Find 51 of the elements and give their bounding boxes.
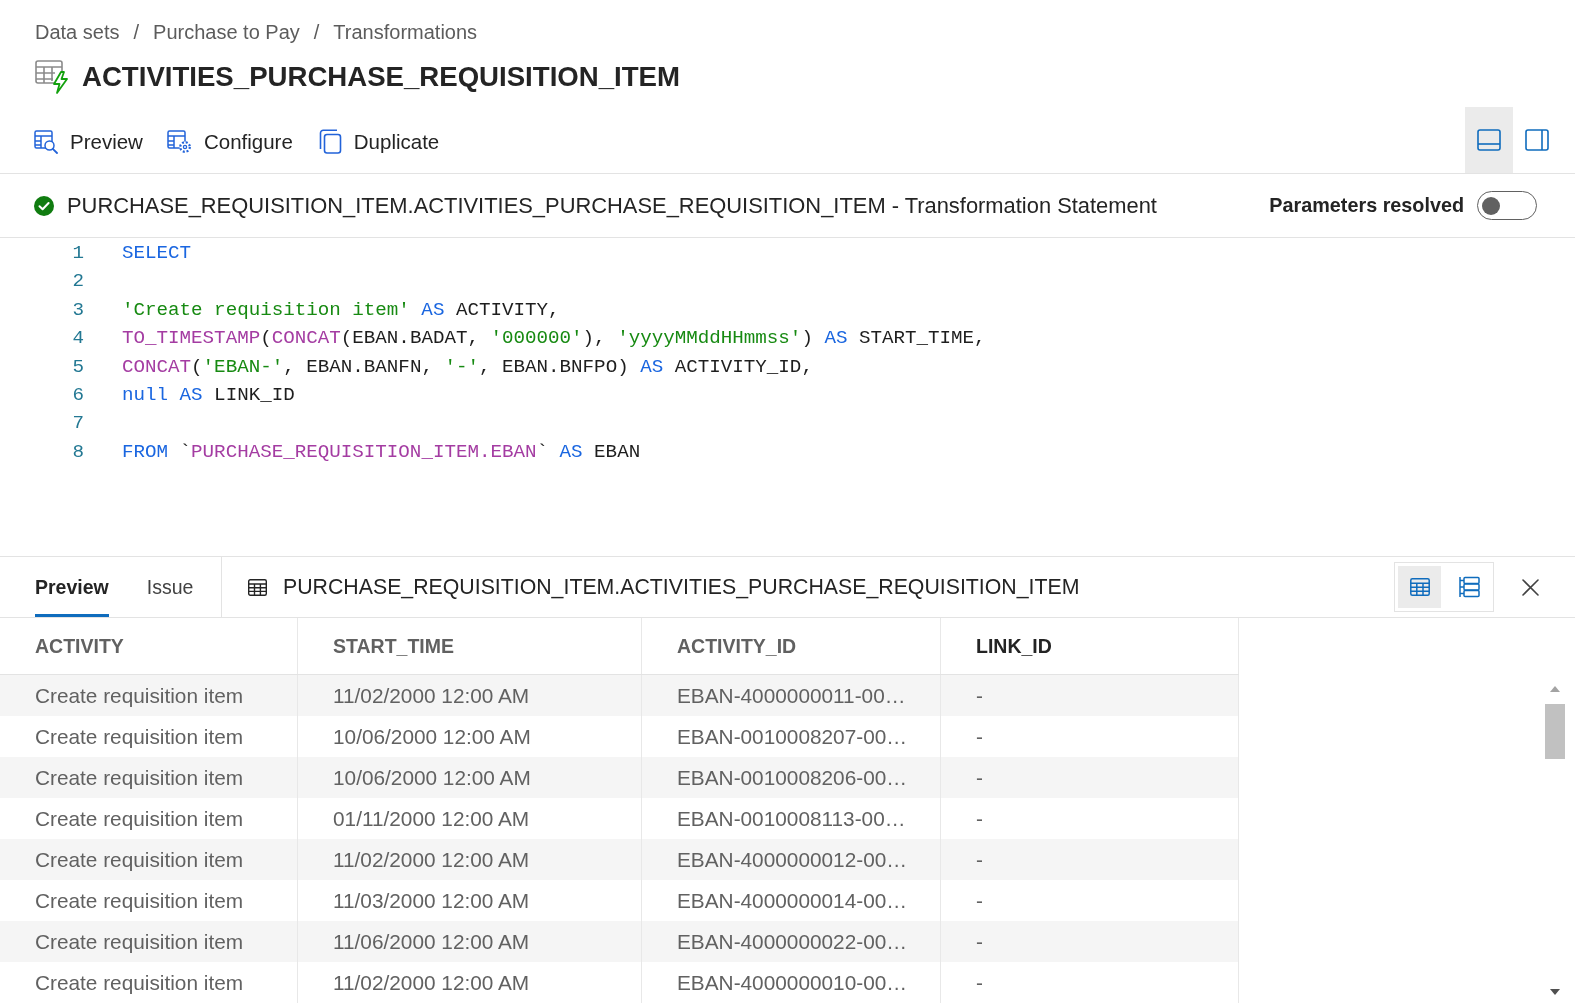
column-header[interactable]: START_TIME (298, 618, 642, 674)
page-title: ACTIVITIES_PURCHASE_REQUISITION_ITEM (82, 61, 680, 93)
panel-bottom-icon (1477, 129, 1501, 151)
breadcrumb-separator: / (313, 20, 320, 44)
line-number: 6 (71, 382, 84, 408)
table-cell: EBAN-4000000010-00… (642, 962, 941, 1003)
duplicate-button[interactable]: Duplicate (316, 129, 440, 154)
code-line: FROM `PURCHASE_REQUISITION_ITEM.EBAN` AS EBAN (122, 439, 641, 465)
line-number: 4 (71, 326, 84, 352)
tab[interactable]: Issue (146, 557, 194, 617)
preview-button[interactable]: Preview (34, 129, 143, 154)
code-line: null AS LINK_ID (122, 382, 295, 408)
table-icon (248, 578, 267, 596)
column-header[interactable]: ACTIVITY_ID (642, 618, 941, 674)
breadcrumb-separator: / (133, 20, 140, 44)
column-header[interactable]: LINK_ID (941, 618, 1239, 674)
statement-title: PURCHASE_REQUISITION_ITEM.ACTIVITIES_PURCHASE_REQUISITION_ITEM - Transformation Statement (67, 192, 1157, 219)
view-button[interactable] (1398, 566, 1441, 608)
tree-list-icon (1457, 576, 1480, 598)
scrollbar-thumb[interactable] (1545, 704, 1565, 759)
scroll-down-icon[interactable] (1550, 989, 1560, 995)
breadcrumb-link[interactable]: Data sets (35, 20, 120, 44)
table-cell: 11/02/2000 12:00 AM (298, 962, 642, 1003)
line-number: 2 (71, 269, 84, 295)
panel-right-icon (1525, 129, 1549, 151)
breadcrumb-link[interactable]: Purchase to Pay (153, 20, 300, 44)
line-number: 3 (71, 297, 84, 323)
line-number: 5 (71, 354, 84, 380)
configure-button[interactable]: Configure (166, 129, 293, 154)
line-number: 8 (71, 439, 84, 465)
code-line: TO_TIMESTAMP(CONCAT(EBAN.BADAT, '000000'), 'yyyyMMddHHmmss') AS START_TIME, (122, 326, 986, 352)
table-gear-icon (166, 129, 192, 154)
line-number: 7 (71, 411, 84, 437)
table-search-icon (34, 129, 58, 154)
code-line: 'Create requisition item' AS ACTIVITY, (122, 297, 560, 323)
table-lightning-icon (35, 60, 71, 94)
code-line: CONCAT('EBAN-', EBAN.BANFN, '-', EBAN.BNFPO) AS ACTIVITY_ID, (122, 354, 813, 380)
tab[interactable]: Preview (35, 557, 109, 617)
column-header[interactable]: ACTIVITY (0, 618, 298, 674)
grid-icon (1409, 578, 1430, 596)
close-icon (1521, 578, 1539, 596)
table-cell: Create requisition item (0, 962, 298, 1003)
line-number: 1 (71, 241, 84, 266)
table-cell: - (941, 962, 1239, 1003)
breadcrumb-link[interactable]: Transformations (333, 20, 478, 44)
toggle-switch[interactable] (1477, 191, 1537, 220)
layout-button[interactable] (1465, 107, 1513, 173)
code-line: SELECT (122, 241, 192, 266)
scroll-up-icon[interactable] (1550, 686, 1560, 692)
table-name: PURCHASE_REQUISITION_ITEM.ACTIVITIES_PURCHASE_REQUISITION_ITEM (283, 574, 1080, 600)
toggle-label: Parameters resolved (1269, 194, 1464, 217)
